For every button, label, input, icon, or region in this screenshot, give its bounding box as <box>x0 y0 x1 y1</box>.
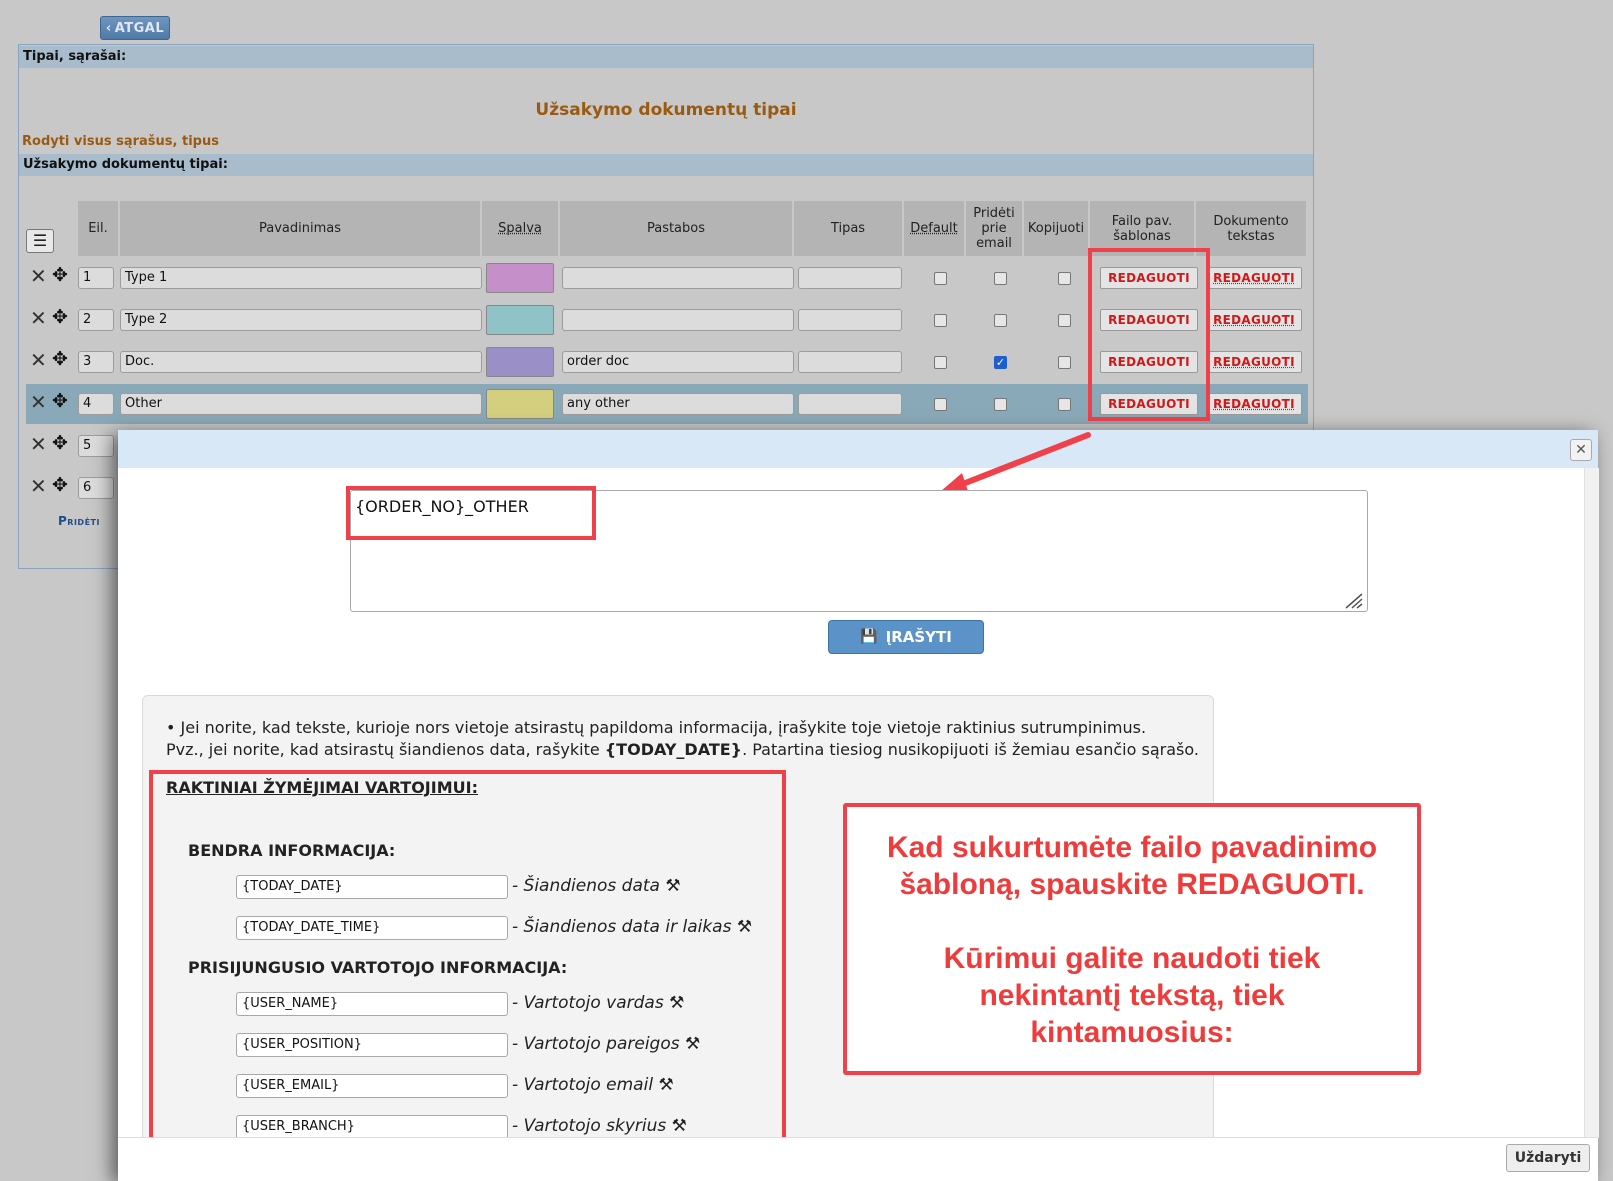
table-menu-button[interactable]: ☰ <box>26 229 54 253</box>
types-bar: Tipai, sąrašai: <box>19 46 1313 68</box>
move-icon[interactable]: ✥ <box>52 264 68 286</box>
copy-checkbox[interactable] <box>1058 272 1071 285</box>
attach-checkbox[interactable] <box>994 272 1007 285</box>
copy-checkbox[interactable] <box>1058 356 1071 369</box>
default-checkbox[interactable] <box>934 398 947 411</box>
delete-icon[interactable]: ✕ <box>30 432 47 456</box>
attach-checkbox[interactable] <box>994 314 1007 327</box>
header-eil: Eil. <box>78 201 118 256</box>
delete-icon[interactable]: ✕ <box>30 390 47 414</box>
highlight-template-value <box>346 486 596 540</box>
move-icon[interactable]: ✥ <box>52 306 68 328</box>
modal-footer <box>118 1137 1598 1181</box>
edit-doc-text-button[interactable]: REDAGUOTI <box>1206 267 1302 289</box>
header-color: Spalva <box>482 201 558 256</box>
save-icon: 💾 <box>860 629 878 645</box>
notes-input[interactable]: any other <box>562 393 794 415</box>
move-icon[interactable]: ✥ <box>52 348 68 370</box>
color-swatch[interactable] <box>486 389 554 419</box>
row-number-input[interactable]: 4 <box>78 393 114 415</box>
highlight-keys-list <box>149 770 786 1153</box>
copy-checkbox[interactable] <box>1058 398 1071 411</box>
delete-icon[interactable]: ✕ <box>30 264 47 288</box>
move-icon[interactable]: ✥ <box>52 390 68 412</box>
header-copy: Kopijuoti <box>1024 201 1088 256</box>
instruction-callout: Kad sukurtumėte failo pavadinimo šabloną… <box>843 803 1421 1075</box>
delete-icon[interactable]: ✕ <box>30 306 47 330</box>
row-number-input[interactable]: 3 <box>78 351 114 373</box>
edit-doc-text-button[interactable]: REDAGUOTI <box>1206 393 1302 415</box>
notes-input[interactable]: order doc <box>562 351 794 373</box>
info-line1: • Jei norite, kad tekste, kurioje nors v… <box>166 718 1147 737</box>
name-input[interactable]: Other <box>120 393 482 415</box>
edit-doc-text-button[interactable]: REDAGUOTI <box>1206 309 1302 331</box>
color-swatch[interactable] <box>486 305 554 335</box>
type-input[interactable] <box>798 267 902 289</box>
delete-icon[interactable]: ✕ <box>30 474 47 498</box>
type-input[interactable] <box>798 393 902 415</box>
type-input[interactable] <box>798 351 902 373</box>
move-icon[interactable]: ✥ <box>52 432 68 454</box>
chevron-left-icon: ‹ <box>105 20 112 36</box>
menu-icon: ☰ <box>32 231 48 250</box>
row-number-input[interactable]: 1 <box>78 267 114 289</box>
move-icon[interactable]: ✥ <box>52 474 68 496</box>
notes-input[interactable] <box>562 309 794 331</box>
row-number-input[interactable]: 5 <box>78 435 114 457</box>
color-swatch[interactable] <box>486 263 554 293</box>
default-checkbox[interactable] <box>934 356 947 369</box>
back-button[interactable]: ‹ ATGAL <box>100 16 170 40</box>
info-line2: Pvz., jei norite, kad atsirastų šiandien… <box>166 740 1199 759</box>
copy-checkbox[interactable] <box>1058 314 1071 327</box>
close-button[interactable]: Uždaryti <box>1506 1144 1590 1172</box>
section-bar: Užsakymo dokumentų tipai: <box>19 154 1313 176</box>
name-input[interactable]: Doc. <box>120 351 482 373</box>
modal-header <box>118 430 1598 468</box>
header-type: Tipas <box>794 201 902 256</box>
header-attach: Pridėti prie email <box>966 201 1022 256</box>
name-input[interactable]: Type 2 <box>120 309 482 331</box>
save-button[interactable]: 💾 ĮRAŠYTI <box>828 620 984 654</box>
default-checkbox[interactable] <box>934 314 947 327</box>
row-number-input[interactable]: 2 <box>78 309 114 331</box>
resize-handle-icon[interactable] <box>1344 592 1364 610</box>
header-doc-text: Dokumento tekstas <box>1196 201 1306 256</box>
row-number-input[interactable]: 6 <box>78 477 114 499</box>
notes-input[interactable] <box>562 267 794 289</box>
header-default: Default <box>904 201 964 256</box>
show-all-link[interactable]: Rodyti visus sąrašus, tipus <box>22 134 219 149</box>
attach-checkbox[interactable] <box>994 398 1007 411</box>
modal-scrollbar[interactable] <box>1584 468 1599 1138</box>
attach-checkbox[interactable]: ✓ <box>994 356 1007 369</box>
color-swatch[interactable] <box>486 347 554 377</box>
info-example-key: {TODAY_DATE} <box>604 740 743 759</box>
name-input[interactable]: Type 1 <box>120 267 482 289</box>
highlight-edit-column <box>1088 248 1210 421</box>
modal-close-icon[interactable]: ✕ <box>1570 439 1592 461</box>
delete-icon[interactable]: ✕ <box>30 348 47 372</box>
page-title: Užsakymo dokumentų tipai <box>535 100 797 120</box>
add-row-link[interactable]: Pridėti <box>58 514 100 528</box>
edit-doc-text-button[interactable]: REDAGUOTI <box>1206 351 1302 373</box>
header-notes: Pastabos <box>560 201 792 256</box>
type-input[interactable] <box>798 309 902 331</box>
default-checkbox[interactable] <box>934 272 947 285</box>
header-name: Pavadinimas <box>120 201 480 256</box>
